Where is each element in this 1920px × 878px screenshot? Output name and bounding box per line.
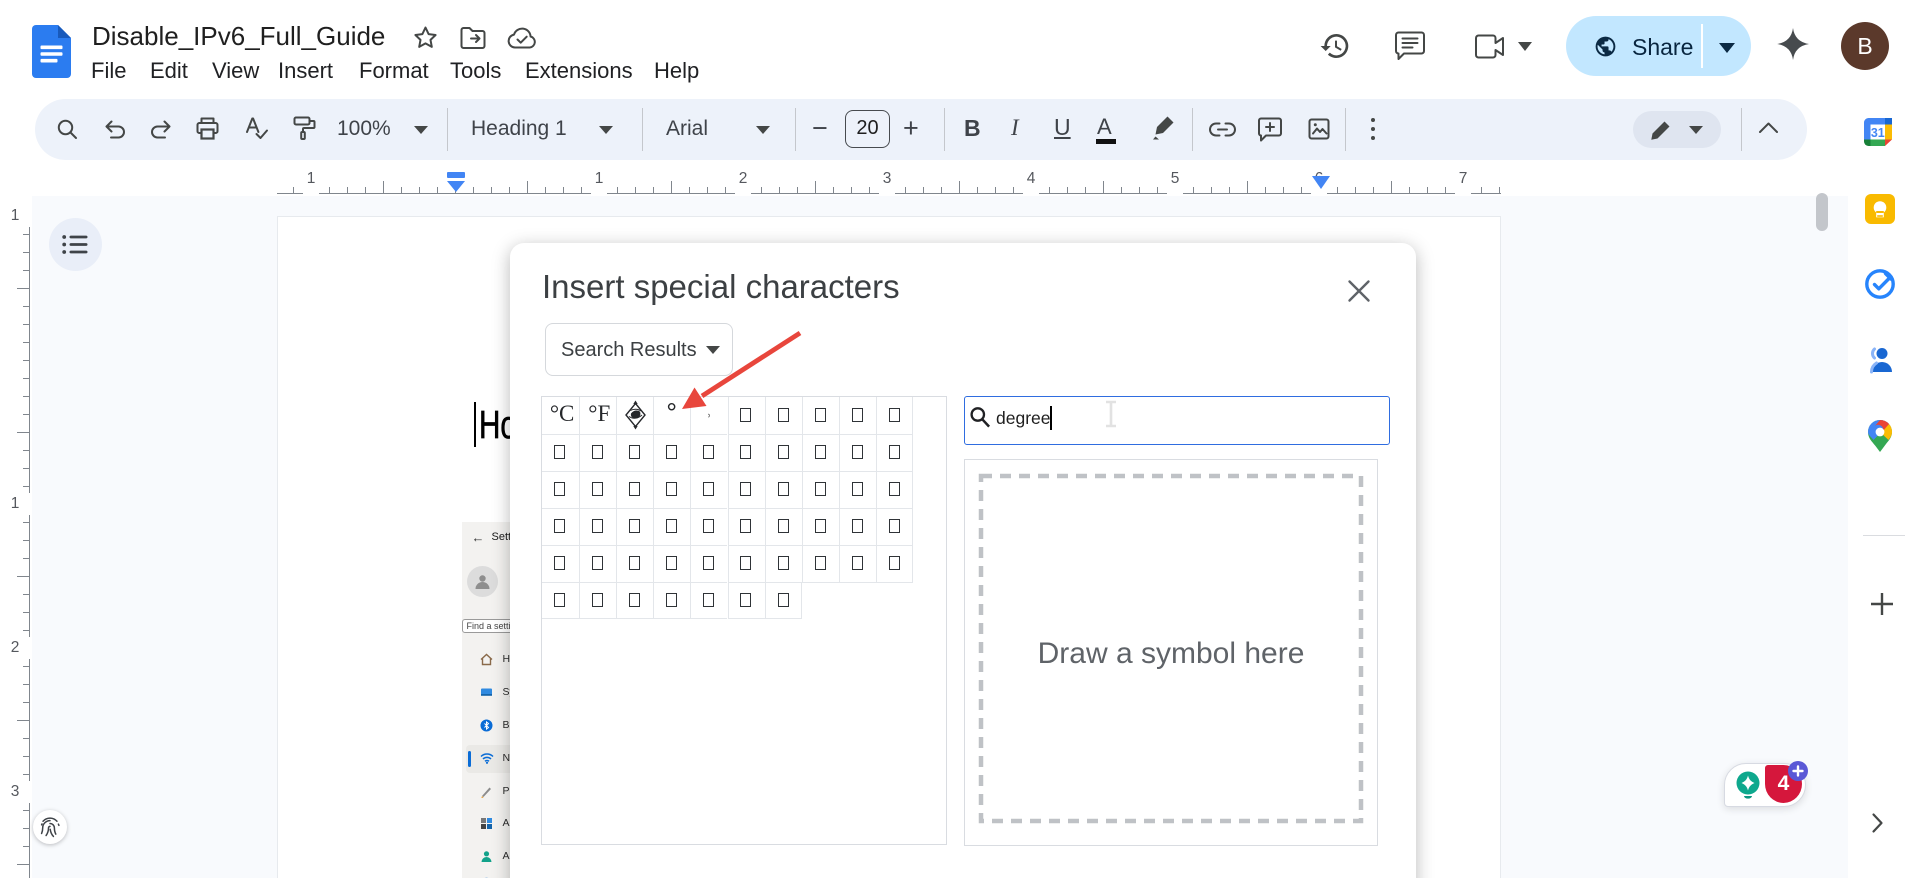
- svg-text:31: 31: [1871, 126, 1885, 140]
